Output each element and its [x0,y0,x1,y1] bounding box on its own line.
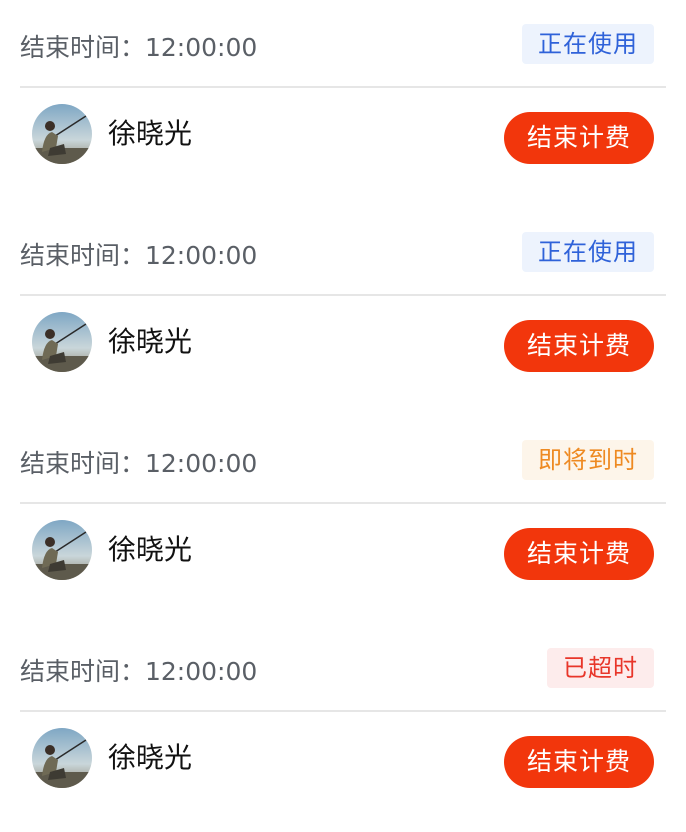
billing-card: 结束时间：12:00:00 正在使用 徐晓光 结束计费 [0,208,686,416]
avatar [32,520,92,580]
end-billing-button[interactable]: 结束计费 [504,320,654,372]
avatar [32,312,92,372]
user-name: 徐晓光 [108,117,193,150]
end-time-label: 结束时间：12:00:00 [20,657,258,686]
user-name: 徐晓光 [108,533,193,566]
status-badge: 已超时 [547,648,654,688]
status-badge: 正在使用 [522,232,654,272]
end-billing-button[interactable]: 结束计费 [504,736,654,788]
user-name: 徐晓光 [108,325,193,358]
avatar-photo-icon [32,520,92,580]
status-badge: 即将到时 [522,440,654,480]
avatar-photo-icon [32,728,92,788]
avatar [32,104,92,164]
billing-card: 结束时间：12:00:00 正在使用 徐晓光 结束计费 [0,0,686,208]
avatar-photo-icon [32,312,92,372]
card-header: 结束时间：12:00:00 正在使用 [20,208,666,296]
end-billing-button[interactable]: 结束计费 [504,112,654,164]
end-time-label: 结束时间：12:00:00 [20,449,258,478]
end-billing-button[interactable]: 结束计费 [504,528,654,580]
card-header: 结束时间：12:00:00 即将到时 [20,416,666,504]
billing-list: 结束时间：12:00:00 正在使用 徐晓光 结束计费 结束时间：12:00:0… [0,0,686,812]
end-time-label: 结束时间：12:00:00 [20,241,258,270]
card-body: 徐晓光 结束计费 [20,88,666,192]
billing-card: 结束时间：12:00:00 已超时 徐晓光 结束计费 [0,624,686,832]
card-body: 徐晓光 结束计费 [20,712,666,816]
billing-card: 结束时间：12:00:00 即将到时 徐晓光 结束计费 [0,416,686,624]
user-name: 徐晓光 [108,741,193,774]
card-body: 徐晓光 结束计费 [20,296,666,400]
end-time-label: 结束时间：12:00:00 [20,33,258,62]
card-header: 结束时间：12:00:00 已超时 [20,624,666,712]
status-badge: 正在使用 [522,24,654,64]
card-body: 徐晓光 结束计费 [20,504,666,608]
avatar-photo-icon [32,104,92,164]
avatar [32,728,92,788]
card-header: 结束时间：12:00:00 正在使用 [20,0,666,88]
